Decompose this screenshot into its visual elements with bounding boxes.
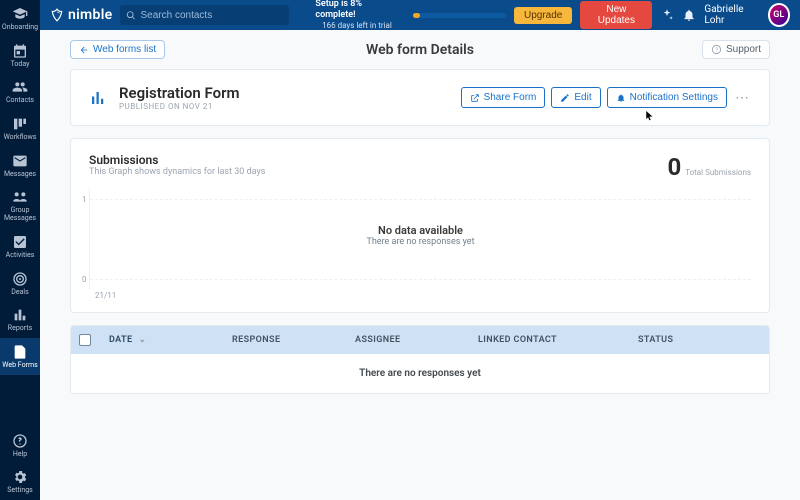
col-response[interactable]: RESPONSE bbox=[232, 335, 355, 345]
support-button[interactable]: ? Support bbox=[702, 40, 770, 59]
no-data-title: No data available bbox=[366, 224, 474, 237]
form-header-card: Registration Form PUBLISHED ON NOV 21 Sh… bbox=[70, 69, 770, 126]
sidebar-item-today[interactable]: Today bbox=[0, 37, 40, 74]
chart-title: Submissions bbox=[89, 153, 265, 167]
mouse-cursor-icon bbox=[646, 111, 654, 121]
sidebar-item-label: Today bbox=[11, 61, 30, 69]
sidebar-item-label: Activities bbox=[6, 252, 35, 260]
checkbox-icon bbox=[12, 234, 28, 250]
table-header: DATE ⌄ RESPONSE ASSIGNEE LINKED CONTACT … bbox=[71, 326, 769, 354]
notification-settings-button[interactable]: Notification Settings bbox=[607, 87, 727, 108]
more-menu-button[interactable]: ⋯ bbox=[733, 90, 751, 106]
stats-icon bbox=[89, 89, 107, 107]
sidebar-item-label: Reports bbox=[8, 325, 32, 333]
setup-title: Setup is 8% complete! bbox=[315, 0, 398, 21]
select-all-checkbox[interactable] bbox=[79, 334, 91, 346]
brand[interactable]: nimble bbox=[50, 7, 112, 23]
col-assignee[interactable]: ASSIGNEE bbox=[355, 335, 478, 345]
file-form-icon bbox=[12, 344, 28, 360]
y-tick: 1 bbox=[82, 195, 87, 204]
edit-label: Edit bbox=[574, 92, 591, 103]
sidebar-item-activities[interactable]: Activities bbox=[0, 228, 40, 265]
envelope-icon bbox=[12, 153, 28, 169]
sidebar-item-label: Messages bbox=[4, 171, 36, 179]
sidebar-item-deals[interactable]: Deals bbox=[0, 265, 40, 302]
columns-icon bbox=[12, 116, 28, 132]
bell-icon[interactable] bbox=[682, 8, 696, 22]
chart-plot-area: 1 0 No data available There are no respo… bbox=[89, 189, 751, 289]
upgrade-button[interactable]: Upgrade bbox=[514, 7, 572, 24]
sidebar-item-label: Group Messages bbox=[4, 207, 36, 222]
sidebar-item-label: Workflows bbox=[4, 134, 37, 142]
search-input[interactable] bbox=[140, 10, 283, 21]
page-title: Web form Details bbox=[366, 42, 474, 58]
setup-progress-bar bbox=[413, 13, 506, 18]
col-status[interactable]: STATUS bbox=[638, 335, 761, 345]
pencil-icon bbox=[560, 93, 570, 103]
back-to-list-button[interactable]: Web forms list bbox=[70, 40, 165, 59]
sidebar-item-label: Web Forms bbox=[2, 362, 37, 370]
sidebar-item-label: Onboarding bbox=[2, 24, 38, 32]
setup-status: Setup is 8% complete! 166 days left in t… bbox=[315, 0, 398, 31]
search-icon bbox=[126, 10, 136, 21]
sidebar-item-onboarding[interactable]: Onboarding bbox=[0, 0, 40, 37]
sidebar-item-reports[interactable]: Reports bbox=[0, 301, 40, 338]
avatar: GL bbox=[768, 3, 791, 27]
brand-name: nimble bbox=[68, 7, 112, 23]
user-name: Gabrielle Lohr bbox=[704, 4, 761, 26]
chart-total-value: 0 bbox=[667, 153, 681, 181]
y-tick: 0 bbox=[82, 275, 87, 284]
form-title: Registration Form bbox=[119, 84, 240, 102]
help-circle-icon: ? bbox=[711, 44, 722, 55]
sidebar-item-messages[interactable]: Messages bbox=[0, 147, 40, 184]
sidebar-item-label: Help bbox=[13, 451, 27, 459]
support-label: Support bbox=[726, 44, 761, 55]
sidebar-item-label: Deals bbox=[11, 289, 28, 297]
table-empty-row: There are no responses yet bbox=[71, 354, 769, 393]
sidebar: Onboarding Today Contacts Workflows Mess… bbox=[0, 0, 40, 500]
arrow-left-icon bbox=[79, 45, 89, 55]
x-axis-label: 21/11 bbox=[95, 291, 751, 300]
search-box[interactable] bbox=[120, 5, 289, 25]
chart-desc: This Graph shows dynamics for last 30 da… bbox=[89, 167, 265, 177]
col-date[interactable]: DATE ⌄ bbox=[109, 335, 232, 345]
sidebar-item-web-forms[interactable]: Web Forms bbox=[0, 338, 40, 375]
top-bar: nimble Setup is 8% complete! 166 days le… bbox=[40, 0, 800, 30]
group-message-icon bbox=[12, 189, 28, 205]
calendar-day-icon bbox=[12, 43, 28, 59]
bar-chart-icon bbox=[12, 307, 28, 323]
gear-icon bbox=[12, 469, 28, 485]
sidebar-item-workflows[interactable]: Workflows bbox=[0, 110, 40, 147]
sidebar-item-label: Settings bbox=[7, 487, 33, 495]
graduation-cap-icon bbox=[12, 6, 28, 22]
submissions-chart-card: Submissions This Graph shows dynamics fo… bbox=[70, 138, 770, 313]
sidebar-item-contacts[interactable]: Contacts bbox=[0, 73, 40, 110]
help-circle-icon bbox=[12, 433, 28, 449]
svg-text:?: ? bbox=[715, 47, 718, 53]
share-form-button[interactable]: Share Form bbox=[461, 87, 546, 108]
back-label: Web forms list bbox=[93, 44, 156, 55]
form-published: PUBLISHED ON NOV 21 bbox=[119, 102, 240, 111]
chart-total-label: Total Submissions bbox=[685, 168, 751, 177]
sidebar-item-label: Contacts bbox=[6, 97, 34, 105]
user-menu[interactable]: Gabrielle Lohr GL bbox=[704, 3, 790, 27]
nimble-logo-icon bbox=[50, 8, 64, 22]
target-icon bbox=[12, 271, 28, 287]
new-updates-button[interactable]: New Updates bbox=[580, 1, 652, 29]
notif-label: Notification Settings bbox=[630, 92, 718, 103]
sidebar-item-settings[interactable]: Settings bbox=[0, 463, 40, 500]
edit-form-button[interactable]: Edit bbox=[551, 87, 600, 108]
sort-desc-icon: ⌄ bbox=[138, 335, 146, 345]
no-data-desc: There are no responses yet bbox=[366, 237, 474, 247]
share-label: Share Form bbox=[484, 92, 537, 103]
col-linked-contact[interactable]: LINKED CONTACT bbox=[478, 335, 638, 345]
col-date-label: DATE bbox=[109, 335, 132, 345]
bell-icon bbox=[616, 93, 626, 103]
sparkle-icon[interactable] bbox=[660, 8, 674, 22]
share-icon bbox=[470, 93, 480, 103]
sidebar-item-group-messages[interactable]: Group Messages bbox=[0, 183, 40, 227]
sidebar-item-help[interactable]: Help bbox=[0, 427, 40, 464]
responses-table: DATE ⌄ RESPONSE ASSIGNEE LINKED CONTACT … bbox=[70, 325, 770, 394]
users-icon bbox=[12, 79, 28, 95]
